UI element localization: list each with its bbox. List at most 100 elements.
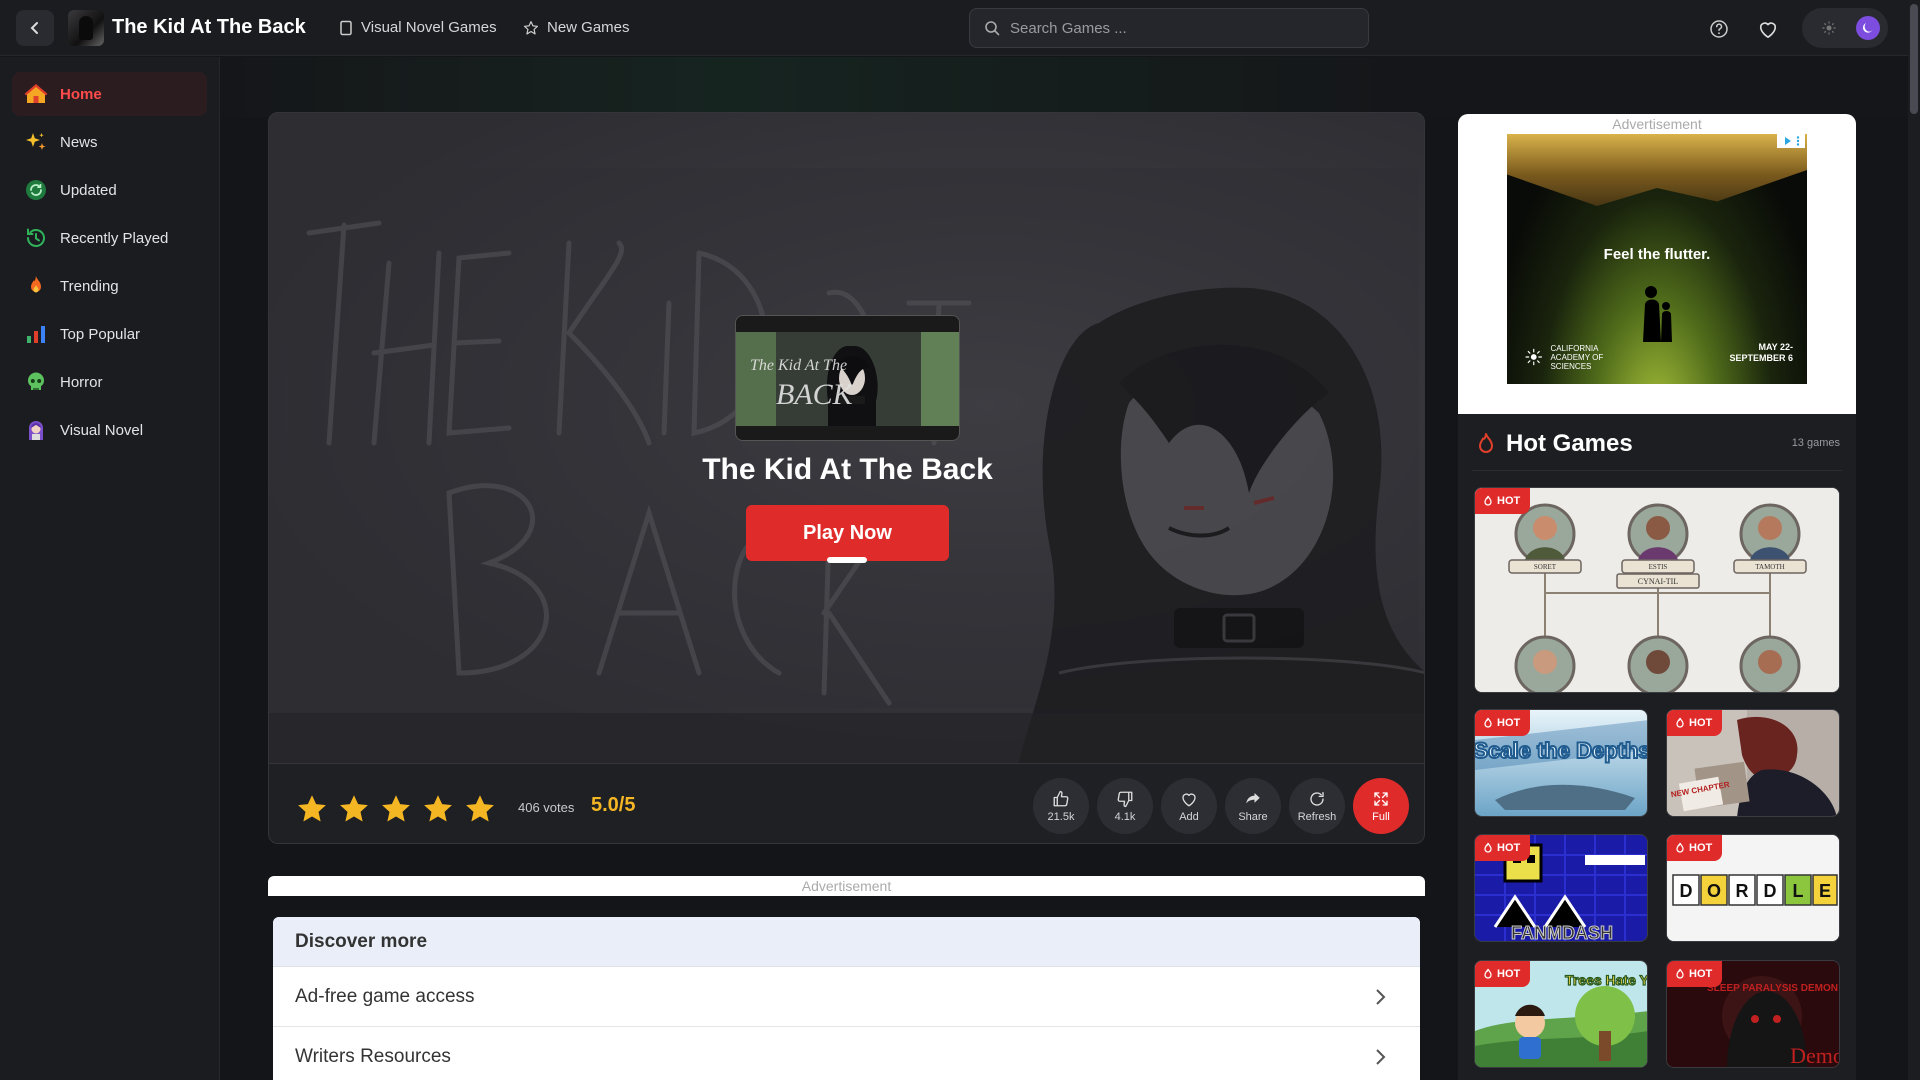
sidebar-item-recently-played[interactable]: Recently Played <box>12 216 207 260</box>
hot-badge-label: HOT <box>1497 842 1521 854</box>
game-cover-image: The Kid At The BACK <box>735 315 960 441</box>
hot-game-tile[interactable]: Trees Hate You HOT <box>1474 960 1648 1068</box>
back-button[interactable] <box>16 10 54 46</box>
more-options-icon <box>1796 136 1799 146</box>
thumbs-up-icon <box>1053 790 1069 806</box>
fullscreen-button[interactable]: Full <box>1353 778 1409 834</box>
hot-badge: HOT <box>1667 961 1723 987</box>
dordle-letter: D <box>1680 881 1693 901</box>
hot-game-tile[interactable]: FANMDASH HOT <box>1474 834 1648 942</box>
discover-item[interactable]: Writers Resources <box>273 1027 1420 1080</box>
tree-label: ESTIS <box>1649 563 1668 571</box>
advertisement-label: Advertisement <box>1612 116 1702 132</box>
favorites-button[interactable] <box>1755 16 1781 42</box>
sparkle-icon <box>24 130 48 154</box>
like-count: 21.5k <box>1047 810 1075 823</box>
play-now-button[interactable]: Play Now <box>746 505 949 563</box>
nav-new-games[interactable]: New Games <box>523 19 630 36</box>
moon-icon <box>1856 16 1880 40</box>
dislike-button[interactable]: 4.1k <box>1097 778 1153 834</box>
sun-burst-logo-icon <box>1525 348 1542 366</box>
hot-badge: HOT <box>1667 835 1723 861</box>
tile-caption: FANMDASH <box>1511 923 1613 942</box>
sidebar-item-label: Top Popular <box>60 325 141 343</box>
hot-badge-label: HOT <box>1689 717 1713 729</box>
star-icon[interactable] <box>463 792 497 826</box>
fullscreen-label: Full <box>1372 810 1390 823</box>
flame-icon <box>1484 842 1492 853</box>
chevron-right-icon <box>1376 1048 1386 1065</box>
tile-caption: Scale the Depths <box>1475 738 1648 763</box>
nav-label: New Games <box>547 19 630 36</box>
sidebar-item-updated[interactable]: Updated <box>12 168 207 212</box>
ad-silhouette-image <box>1643 286 1672 342</box>
star-icon[interactable] <box>421 792 455 826</box>
discover-item[interactable]: Ad-free game access <box>273 967 1420 1027</box>
ad-dates: MAY 22- SEPTEMBER 6 <box>1729 342 1793 363</box>
nav-visual-novel-games[interactable]: Visual Novel Games <box>339 19 497 36</box>
ad-choices-button[interactable] <box>1777 134 1805 148</box>
sidebar-item-trending[interactable]: Trending <box>12 264 207 308</box>
dordle-letter: O <box>1707 881 1721 901</box>
tile-caption: Trees Hate You <box>1565 972 1648 988</box>
sidebar-item-top-popular[interactable]: Top Popular <box>12 312 207 356</box>
sidebar-item-label: Visual Novel <box>60 421 144 439</box>
discover-item-label: Writers Resources <box>295 1045 451 1067</box>
sidebar-item-label: Trending <box>60 277 119 295</box>
fullscreen-icon <box>1374 791 1388 806</box>
divider <box>1472 470 1842 471</box>
top-bar: The Kid At The Back Visual Novel Games N… <box>0 0 1908 56</box>
sidebar-item-news[interactable]: News <box>12 120 207 164</box>
rating-stars[interactable] <box>295 792 497 826</box>
search-box[interactable] <box>969 8 1369 48</box>
share-button[interactable]: Share <box>1225 778 1281 834</box>
dordle-letter: R <box>1736 881 1749 901</box>
flame-icon <box>1484 968 1492 979</box>
flame-icon <box>1676 717 1684 728</box>
sidebar-item-label: Home <box>60 85 102 103</box>
ad-headline: Feel the flutter. <box>1603 246 1711 263</box>
theme-toggle[interactable] <box>1802 8 1888 48</box>
like-button[interactable]: 21.5k <box>1033 778 1089 834</box>
tile-caption: Demo <box>1790 1043 1840 1068</box>
hot-game-tile[interactable]: NEW CHAPTER HOT <box>1666 709 1840 817</box>
hot-game-tile[interactable]: SORET ESTIS TAMOTH CYNAI-TIL HOT <box>1474 487 1840 693</box>
advertisement-label: Advertisement <box>268 876 1425 896</box>
discover-item-label: Ad-free game access <box>295 985 475 1007</box>
game-thumbnail[interactable] <box>68 10 104 46</box>
sidebar: Home News Updated Recently Played Trendi… <box>0 57 220 1080</box>
page-scrollbar[interactable] <box>1908 0 1920 1080</box>
sidebar-item-visual-novel[interactable]: Visual Novel <box>12 408 207 452</box>
hot-game-tile[interactable]: Scale the Depths HOT <box>1474 709 1648 817</box>
hot-games-panel: Hot Games 13 games SORET ESTIS TAMOTH CY… <box>1458 414 1856 1080</box>
star-icon[interactable] <box>379 792 413 826</box>
help-button[interactable] <box>1706 16 1732 42</box>
ad-choices-icon <box>1784 137 1791 145</box>
tree-label: CYNAI-TIL <box>1638 577 1679 586</box>
dordle-letter: E <box>1819 881 1831 901</box>
svg-text:BACK: BACK <box>776 378 855 411</box>
star-icon <box>523 20 539 35</box>
sidebar-item-home[interactable]: Home <box>12 72 207 116</box>
search-input[interactable] <box>1010 19 1350 37</box>
game-title: The Kid At The Back <box>702 453 993 486</box>
share-icon <box>1246 792 1260 803</box>
star-icon[interactable] <box>337 792 371 826</box>
hot-badge: HOT <box>1475 961 1531 987</box>
ad-sponsor: CALIFORNIA ACADEMY OF SCIENCES <box>1525 342 1635 372</box>
sidebar-item-label: Updated <box>60 181 117 199</box>
refresh-badge-icon <box>24 178 48 202</box>
hot-game-tile[interactable]: D O R D L E HOT <box>1666 834 1840 942</box>
scrollbar-thumb[interactable] <box>1910 4 1918 114</box>
rating-bar: 406 votes 5.0/5 21.5k 4.1k Add Share Ref… <box>269 763 1424 843</box>
flame-icon <box>1484 717 1492 728</box>
discover-more-panel: Discover more Ad-free game access Writer… <box>273 917 1420 1080</box>
game-hero[interactable]: The Kid At The BACK The Kid At The Back … <box>269 113 1424 763</box>
hot-game-tile[interactable]: SLEEP PARALYSIS DEMON Demo HOT <box>1666 960 1840 1068</box>
refresh-button[interactable]: Refresh <box>1289 778 1345 834</box>
ad-banner[interactable]: Feel the flutter. CALIFORNIA ACADEMY OF … <box>1507 134 1807 384</box>
sidebar-item-horror[interactable]: Horror <box>12 360 207 404</box>
star-icon[interactable] <box>295 792 329 826</box>
add-favorite-button[interactable]: Add <box>1161 778 1217 834</box>
sidebar-advertisement: Advertisement Feel the flutter. CALIFORN… <box>1458 114 1856 414</box>
